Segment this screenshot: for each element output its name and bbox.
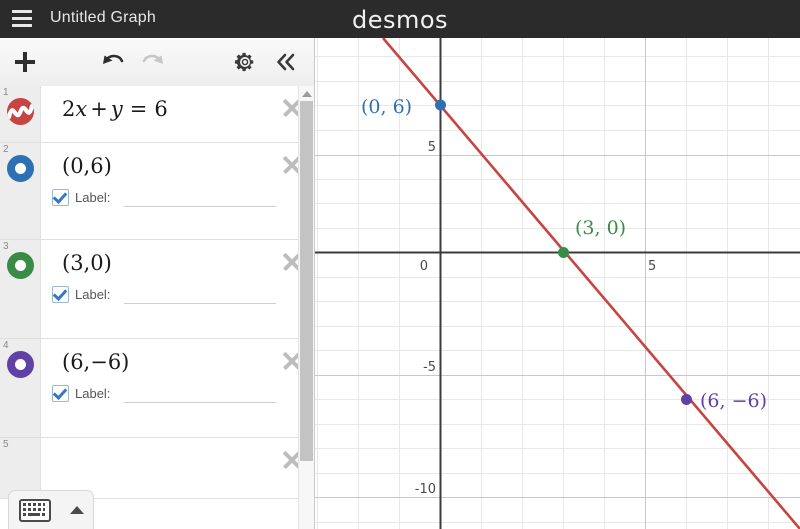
expression-content[interactable]: (3,0) Label: — [40, 240, 314, 312]
point-style-icon[interactable] — [7, 155, 34, 182]
expression-math-1: 2x + y = 6 — [62, 96, 276, 122]
point-label-6-neg6: (6, −6) — [700, 390, 767, 412]
right-hand-side: 6 — [154, 97, 168, 121]
hamburger-menu-icon[interactable] — [12, 10, 32, 27]
row-index: 2 — [3, 144, 9, 155]
hamburger-bar — [12, 24, 32, 27]
plus-operator: + — [90, 97, 108, 121]
expression-list-scrollbar[interactable] — [298, 86, 314, 529]
point-label-row: Label: — [52, 188, 276, 208]
expression-math-3: (3,0) — [62, 251, 112, 275]
undo-button[interactable] — [93, 38, 133, 86]
hamburger-bar — [12, 10, 32, 13]
row-index: 3 — [3, 241, 9, 252]
keyboard-icon — [18, 498, 51, 522]
expression-toolbar — [0, 38, 314, 87]
point-label-0-6: (0, 6) — [361, 96, 412, 118]
y-variable: y — [110, 97, 123, 121]
desmos-app: Untitled Graph desmos 1 2x + y = 6 2 (0,… — [0, 0, 800, 529]
label-caption: Label: — [75, 287, 111, 303]
keyboard-toggle-button[interactable] — [8, 490, 94, 529]
point-label-3-0: (3, 0) — [575, 217, 626, 239]
equals-operator: = — [129, 97, 148, 121]
label-caption: Label: — [75, 190, 111, 206]
show-label-checkbox[interactable] — [52, 189, 69, 207]
coefficient: 2 — [62, 97, 76, 121]
expression-panel: 1 2x + y = 6 2 (0,6) Label: 3 (3,0) Labe… — [0, 38, 315, 529]
redo-arrow-icon — [142, 54, 163, 64]
gear-icon — [234, 52, 254, 72]
point-label-row: Label: — [52, 285, 276, 305]
curve-glyph — [7, 103, 34, 120]
expression-row-2[interactable]: 2 (0,6) Label: — [0, 143, 314, 240]
show-label-checkbox[interactable] — [52, 286, 69, 304]
row-index: 1 — [3, 87, 9, 98]
graph-canvas[interactable]: 0 5 5 -5 -10 (0, 6) (3, 0) (6, −6) — [314, 38, 800, 529]
undo-arrow-icon — [103, 54, 124, 64]
expression-content[interactable]: (6,−6) Label: — [40, 339, 314, 411]
label-input[interactable] — [124, 384, 276, 404]
point-label-row: Label: — [52, 384, 276, 404]
expression-row-1[interactable]: 1 2x + y = 6 — [0, 86, 314, 143]
expression-list[interactable]: 1 2x + y = 6 2 (0,6) Label: 3 (3,0) Labe… — [0, 86, 314, 529]
show-label-checkbox[interactable] — [52, 385, 69, 403]
xtick-5: 5 — [648, 259, 656, 274]
curve-style-icon[interactable] — [7, 98, 34, 125]
plus-icon — [15, 52, 35, 72]
ytick-neg5: -5 — [423, 360, 436, 375]
expression-row-4[interactable]: 4 (6,−6) Label: — [0, 339, 314, 438]
row-gutter: 5 — [0, 438, 41, 498]
label-input[interactable] — [124, 188, 276, 208]
hamburger-bar — [12, 17, 32, 20]
scrollbar-thumb[interactable] — [300, 101, 313, 461]
top-header-bar: Untitled Graph desmos — [0, 0, 800, 38]
expression-math-4: (6,−6) — [62, 350, 130, 374]
line-2x-plus-y-equals-6[interactable] — [382, 38, 800, 529]
point-6-neg6[interactable] — [681, 394, 692, 405]
row-gutter: 3 — [0, 240, 41, 338]
label-input[interactable] — [124, 285, 276, 305]
row-index: 4 — [3, 340, 9, 351]
row-index: 5 — [3, 439, 9, 450]
point-3-0[interactable] — [558, 247, 569, 258]
ytick-5: 5 — [428, 140, 436, 155]
double-chevron-left-icon — [277, 53, 295, 71]
row-gutter: 1 — [0, 86, 41, 142]
redo-button[interactable] — [133, 38, 173, 86]
triangle-up-icon — [70, 506, 84, 514]
xtick-0: 0 — [420, 259, 428, 274]
collapse-panel-button[interactable] — [266, 38, 306, 86]
graph-title[interactable]: Untitled Graph — [50, 9, 156, 27]
add-expression-button[interactable] — [4, 38, 46, 86]
expression-content[interactable]: 2x + y = 6 — [40, 86, 314, 140]
x-variable: x — [75, 97, 88, 121]
row-gutter: 2 — [0, 143, 41, 239]
expression-row-3[interactable]: 3 (3,0) Label: — [0, 240, 314, 339]
settings-button[interactable] — [225, 38, 265, 86]
expression-math-2: (0,6) — [62, 154, 112, 178]
label-caption: Label: — [75, 386, 111, 402]
graph-svg: 0 5 5 -5 -10 (0, 6) (3, 0) (6, −6) — [314, 38, 800, 529]
scroll-up-icon[interactable] — [299, 86, 314, 100]
point-style-icon[interactable] — [7, 351, 34, 378]
ytick-neg10: -10 — [415, 482, 436, 497]
expression-content[interactable] — [40, 438, 314, 492]
point-style-icon[interactable] — [7, 252, 34, 279]
row-gutter: 4 — [0, 339, 41, 437]
expression-content[interactable]: (0,6) Label: — [40, 143, 314, 215]
point-0-6[interactable] — [435, 99, 446, 111]
